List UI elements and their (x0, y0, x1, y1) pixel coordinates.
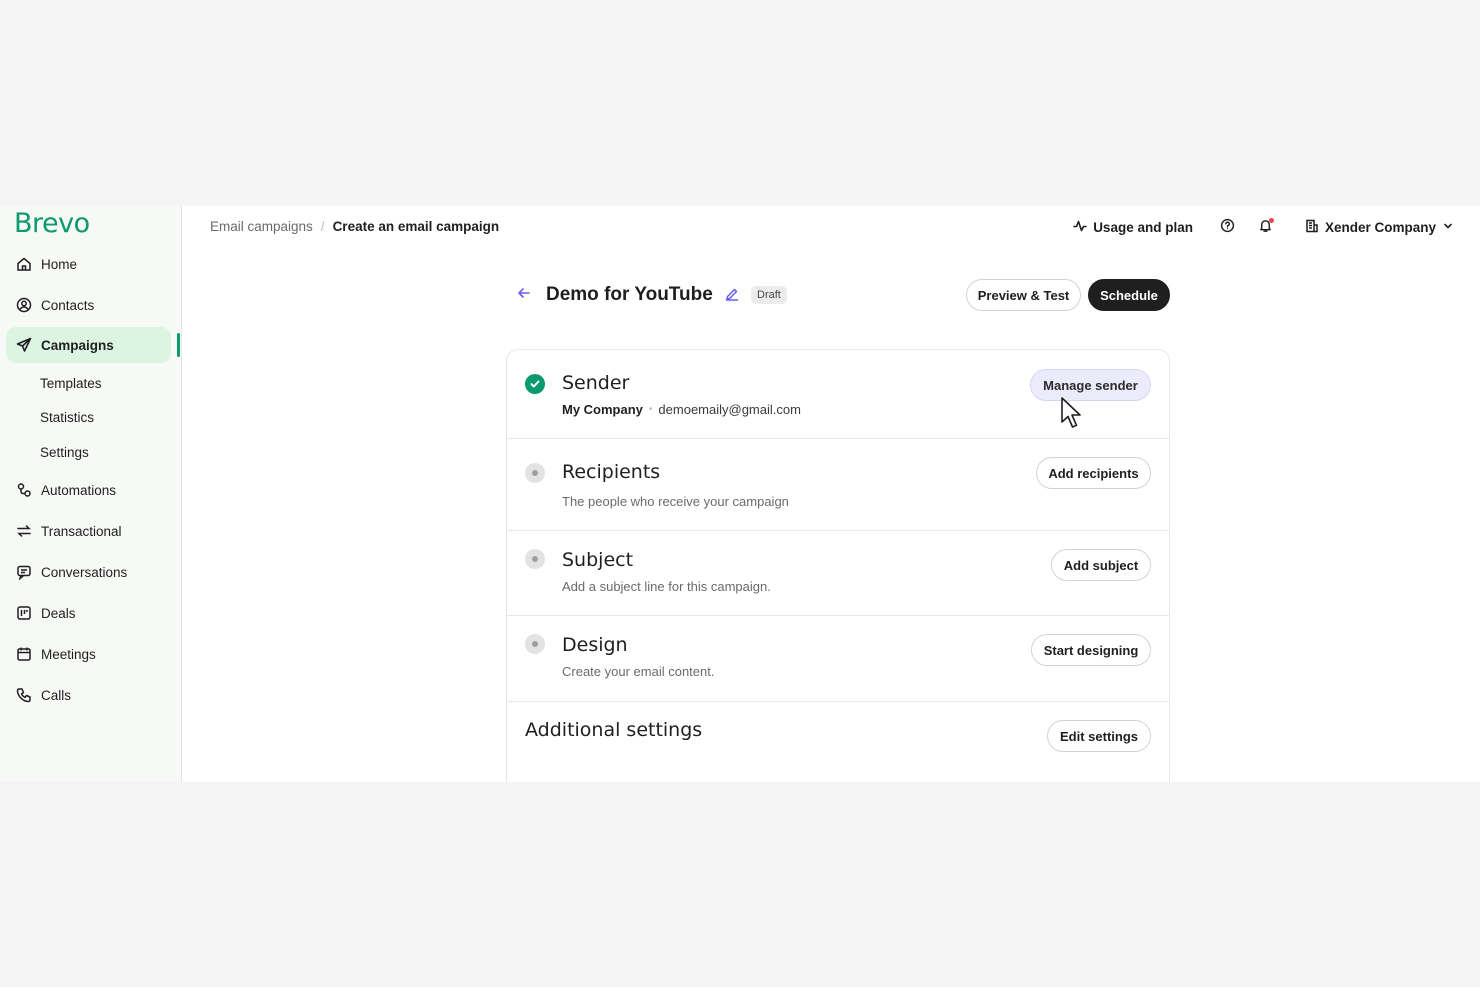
sidebar-item-automations[interactable]: Automations (6, 472, 171, 508)
active-indicator (177, 333, 180, 357)
sidebar-item-contacts[interactable]: Contacts (6, 287, 171, 323)
calendar-icon (15, 645, 33, 663)
sidebar-item-conversations[interactable]: Conversations (6, 554, 171, 590)
contacts-icon (15, 296, 33, 314)
sidebar-item-label: Calls (41, 687, 72, 703)
subject-description: Add a subject line for this campaign. (562, 579, 771, 594)
sidebar-item-calls[interactable]: Calls (6, 677, 171, 713)
recipients-section: Recipients The people who receive your c… (507, 439, 1169, 531)
pending-status-icon (525, 549, 545, 569)
deals-icon (15, 604, 33, 622)
recipients-description: The people who receive your campaign (562, 494, 789, 509)
campaign-setup-card: Sender My Company • demoemaily@gmail.com… (506, 349, 1170, 782)
activity-icon (1073, 219, 1087, 236)
pencil-icon (725, 287, 739, 306)
sidebar-item-label: Contacts (41, 297, 95, 313)
sidebar: Brevo Home Contacts Campaigns Templates … (0, 206, 182, 782)
additional-settings-title: Additional settings (525, 719, 703, 741)
sender-name: My Company (562, 402, 643, 417)
edit-title-button[interactable] (723, 287, 741, 305)
breadcrumb: Email campaigns / Create an email campai… (210, 219, 499, 234)
usage-and-plan-button[interactable]: Usage and plan (1073, 219, 1193, 236)
sidebar-subitem-templates[interactable]: Templates (40, 376, 102, 391)
sidebar-item-label: Home (41, 256, 78, 272)
sidebar-item-label: Meetings (41, 646, 96, 662)
sidebar-item-label: Conversations (41, 564, 128, 580)
add-recipients-button[interactable]: Add recipients (1036, 457, 1151, 489)
start-designing-button[interactable]: Start designing (1031, 634, 1151, 666)
automation-icon (15, 481, 33, 499)
sidebar-item-meetings[interactable]: Meetings (6, 636, 171, 672)
breadcrumb-separator: / (320, 219, 325, 234)
sidebar-item-label: Transactional (41, 523, 122, 539)
sender-email: demoemaily@gmail.com (658, 402, 801, 417)
sidebar-item-transactional[interactable]: Transactional (6, 513, 171, 549)
brevo-logo[interactable]: Brevo (14, 208, 90, 239)
chevron-down-icon (1442, 220, 1454, 235)
pending-status-icon (525, 634, 545, 654)
subject-section: Subject Add a subject line for this camp… (507, 531, 1169, 616)
check-circle-icon (525, 374, 545, 394)
account-name: Xender Company (1324, 219, 1436, 235)
notification-dot (1268, 218, 1274, 223)
manage-sender-button[interactable]: Manage sender (1030, 369, 1151, 401)
separator-dot: • (648, 404, 653, 415)
add-subject-button[interactable]: Add subject (1051, 549, 1151, 581)
arrow-left-icon (517, 286, 531, 305)
design-title: Design (562, 634, 628, 656)
sidebar-item-campaigns[interactable]: Campaigns (6, 327, 171, 363)
topbar-actions: Usage and plan Xender Company (1073, 216, 1454, 238)
home-icon (15, 255, 33, 273)
edit-settings-button[interactable]: Edit settings (1047, 720, 1151, 752)
breadcrumb-email-campaigns[interactable]: Email campaigns (210, 219, 313, 234)
building-icon (1305, 219, 1319, 236)
sidebar-item-label: Deals (41, 605, 76, 621)
help-icon (1220, 218, 1235, 236)
design-description: Create your email content. (562, 664, 715, 679)
app-window: Brevo Home Contacts Campaigns Templates … (0, 206, 1480, 782)
preview-test-button[interactable]: Preview & Test (966, 279, 1081, 311)
sender-details: My Company • demoemaily@gmail.com (562, 402, 801, 417)
phone-icon (15, 686, 33, 704)
sidebar-item-label: Campaigns (41, 337, 114, 353)
account-menu-button[interactable]: Xender Company (1305, 219, 1454, 236)
usage-label: Usage and plan (1093, 219, 1193, 235)
design-section: Design Create your email content. Start … (507, 616, 1169, 702)
help-button[interactable] (1217, 216, 1239, 238)
send-icon (15, 336, 33, 354)
schedule-button[interactable]: Schedule (1088, 279, 1170, 311)
pending-status-icon (525, 463, 545, 483)
sidebar-item-home[interactable]: Home (6, 246, 171, 282)
notifications-button[interactable] (1255, 216, 1277, 238)
sender-section: Sender My Company • demoemaily@gmail.com… (507, 350, 1169, 439)
chat-icon (15, 563, 33, 581)
transactional-icon (15, 522, 33, 540)
sidebar-subitem-statistics[interactable]: Statistics (40, 410, 94, 425)
campaign-title: Demo for YouTube (546, 284, 713, 305)
status-badge: Draft (751, 286, 787, 304)
recipients-title: Recipients (562, 461, 661, 483)
sidebar-subitem-settings[interactable]: Settings (40, 445, 89, 460)
breadcrumb-current: Create an email campaign (332, 219, 500, 234)
sender-title: Sender (562, 372, 630, 394)
sidebar-item-label: Automations (41, 482, 117, 498)
back-button[interactable] (515, 286, 533, 304)
subject-title: Subject (562, 549, 634, 571)
sidebar-item-deals[interactable]: Deals (6, 595, 171, 631)
